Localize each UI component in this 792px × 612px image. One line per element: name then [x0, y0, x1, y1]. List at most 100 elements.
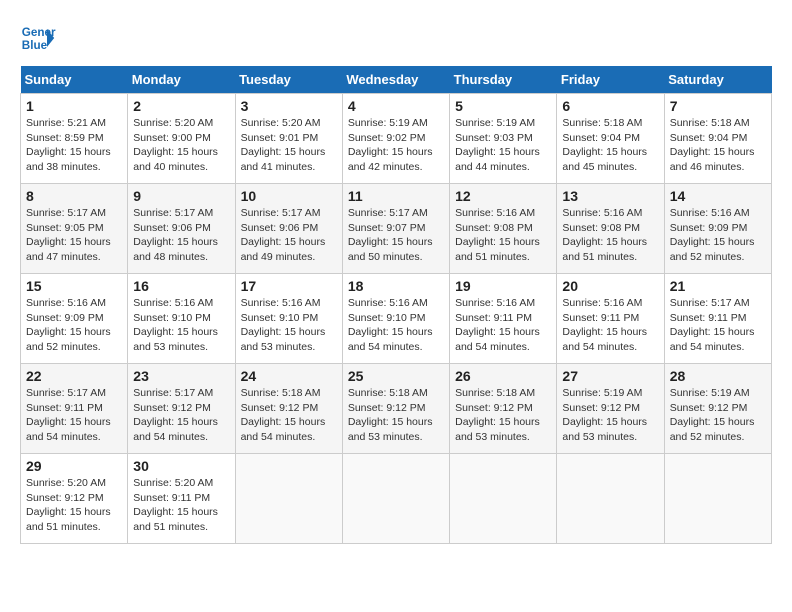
calendar-week-1: 1 Sunrise: 5:21 AMSunset: 8:59 PMDayligh… — [21, 94, 772, 184]
day-number: 4 — [348, 98, 444, 114]
day-info: Sunrise: 5:19 AMSunset: 9:12 PMDaylight:… — [670, 387, 755, 443]
calendar-cell: 23 Sunrise: 5:17 AMSunset: 9:12 PMDaylig… — [128, 364, 235, 454]
calendar-cell: 7 Sunrise: 5:18 AMSunset: 9:04 PMDayligh… — [664, 94, 771, 184]
day-number: 7 — [670, 98, 766, 114]
day-info: Sunrise: 5:17 AMSunset: 9:12 PMDaylight:… — [133, 387, 218, 443]
day-info: Sunrise: 5:16 AMSunset: 9:08 PMDaylight:… — [562, 207, 647, 263]
calendar-cell: 3 Sunrise: 5:20 AMSunset: 9:01 PMDayligh… — [235, 94, 342, 184]
calendar-cell: 6 Sunrise: 5:18 AMSunset: 9:04 PMDayligh… — [557, 94, 664, 184]
day-number: 17 — [241, 278, 337, 294]
header-cell-saturday: Saturday — [664, 66, 771, 94]
calendar-cell — [342, 454, 449, 544]
day-info: Sunrise: 5:20 AMSunset: 9:00 PMDaylight:… — [133, 117, 218, 173]
header: General Blue — [20, 20, 772, 56]
day-info: Sunrise: 5:16 AMSunset: 9:11 PMDaylight:… — [562, 297, 647, 353]
calendar-cell: 21 Sunrise: 5:17 AMSunset: 9:11 PMDaylig… — [664, 274, 771, 364]
calendar-cell: 17 Sunrise: 5:16 AMSunset: 9:10 PMDaylig… — [235, 274, 342, 364]
day-info: Sunrise: 5:19 AMSunset: 9:12 PMDaylight:… — [562, 387, 647, 443]
calendar-cell: 26 Sunrise: 5:18 AMSunset: 9:12 PMDaylig… — [450, 364, 557, 454]
day-number: 10 — [241, 188, 337, 204]
calendar-cell: 24 Sunrise: 5:18 AMSunset: 9:12 PMDaylig… — [235, 364, 342, 454]
day-number: 26 — [455, 368, 551, 384]
calendar-cell: 27 Sunrise: 5:19 AMSunset: 9:12 PMDaylig… — [557, 364, 664, 454]
calendar-cell: 15 Sunrise: 5:16 AMSunset: 9:09 PMDaylig… — [21, 274, 128, 364]
day-number: 14 — [670, 188, 766, 204]
day-info: Sunrise: 5:20 AMSunset: 9:01 PMDaylight:… — [241, 117, 326, 173]
calendar-table: SundayMondayTuesdayWednesdayThursdayFrid… — [20, 66, 772, 544]
day-number: 2 — [133, 98, 229, 114]
day-info: Sunrise: 5:18 AMSunset: 9:04 PMDaylight:… — [562, 117, 647, 173]
header-cell-tuesday: Tuesday — [235, 66, 342, 94]
header-cell-friday: Friday — [557, 66, 664, 94]
calendar-cell: 20 Sunrise: 5:16 AMSunset: 9:11 PMDaylig… — [557, 274, 664, 364]
header-cell-wednesday: Wednesday — [342, 66, 449, 94]
day-number: 29 — [26, 458, 122, 474]
calendar-cell: 8 Sunrise: 5:17 AMSunset: 9:05 PMDayligh… — [21, 184, 128, 274]
calendar-cell: 1 Sunrise: 5:21 AMSunset: 8:59 PMDayligh… — [21, 94, 128, 184]
day-info: Sunrise: 5:17 AMSunset: 9:05 PMDaylight:… — [26, 207, 111, 263]
calendar-week-3: 15 Sunrise: 5:16 AMSunset: 9:09 PMDaylig… — [21, 274, 772, 364]
day-info: Sunrise: 5:16 AMSunset: 9:11 PMDaylight:… — [455, 297, 540, 353]
day-number: 15 — [26, 278, 122, 294]
day-number: 3 — [241, 98, 337, 114]
day-info: Sunrise: 5:20 AMSunset: 9:12 PMDaylight:… — [26, 477, 111, 533]
calendar-cell: 9 Sunrise: 5:17 AMSunset: 9:06 PMDayligh… — [128, 184, 235, 274]
day-number: 19 — [455, 278, 551, 294]
calendar-cell: 16 Sunrise: 5:16 AMSunset: 9:10 PMDaylig… — [128, 274, 235, 364]
logo-icon: General Blue — [20, 20, 56, 56]
day-number: 8 — [26, 188, 122, 204]
calendar-cell: 12 Sunrise: 5:16 AMSunset: 9:08 PMDaylig… — [450, 184, 557, 274]
day-info: Sunrise: 5:16 AMSunset: 9:09 PMDaylight:… — [670, 207, 755, 263]
day-number: 1 — [26, 98, 122, 114]
calendar-cell: 14 Sunrise: 5:16 AMSunset: 9:09 PMDaylig… — [664, 184, 771, 274]
day-number: 11 — [348, 188, 444, 204]
calendar-cell — [557, 454, 664, 544]
calendar-week-5: 29 Sunrise: 5:20 AMSunset: 9:12 PMDaylig… — [21, 454, 772, 544]
day-info: Sunrise: 5:16 AMSunset: 9:10 PMDaylight:… — [241, 297, 326, 353]
day-info: Sunrise: 5:16 AMSunset: 9:10 PMDaylight:… — [133, 297, 218, 353]
day-number: 24 — [241, 368, 337, 384]
day-info: Sunrise: 5:16 AMSunset: 9:10 PMDaylight:… — [348, 297, 433, 353]
day-number: 22 — [26, 368, 122, 384]
calendar-cell: 25 Sunrise: 5:18 AMSunset: 9:12 PMDaylig… — [342, 364, 449, 454]
day-info: Sunrise: 5:18 AMSunset: 9:12 PMDaylight:… — [455, 387, 540, 443]
day-info: Sunrise: 5:17 AMSunset: 9:11 PMDaylight:… — [670, 297, 755, 353]
day-info: Sunrise: 5:21 AMSunset: 8:59 PMDaylight:… — [26, 117, 111, 173]
day-info: Sunrise: 5:16 AMSunset: 9:09 PMDaylight:… — [26, 297, 111, 353]
calendar-cell: 5 Sunrise: 5:19 AMSunset: 9:03 PMDayligh… — [450, 94, 557, 184]
day-number: 18 — [348, 278, 444, 294]
day-number: 27 — [562, 368, 658, 384]
day-info: Sunrise: 5:16 AMSunset: 9:08 PMDaylight:… — [455, 207, 540, 263]
calendar-cell — [450, 454, 557, 544]
calendar-cell — [664, 454, 771, 544]
day-number: 13 — [562, 188, 658, 204]
calendar-week-4: 22 Sunrise: 5:17 AMSunset: 9:11 PMDaylig… — [21, 364, 772, 454]
header-cell-thursday: Thursday — [450, 66, 557, 94]
calendar-cell: 22 Sunrise: 5:17 AMSunset: 9:11 PMDaylig… — [21, 364, 128, 454]
day-info: Sunrise: 5:19 AMSunset: 9:02 PMDaylight:… — [348, 117, 433, 173]
logo: General Blue — [20, 20, 56, 56]
day-number: 20 — [562, 278, 658, 294]
day-number: 23 — [133, 368, 229, 384]
day-info: Sunrise: 5:20 AMSunset: 9:11 PMDaylight:… — [133, 477, 218, 533]
day-info: Sunrise: 5:19 AMSunset: 9:03 PMDaylight:… — [455, 117, 540, 173]
day-number: 9 — [133, 188, 229, 204]
calendar-cell: 4 Sunrise: 5:19 AMSunset: 9:02 PMDayligh… — [342, 94, 449, 184]
header-cell-monday: Monday — [128, 66, 235, 94]
calendar-cell: 11 Sunrise: 5:17 AMSunset: 9:07 PMDaylig… — [342, 184, 449, 274]
day-number: 25 — [348, 368, 444, 384]
day-number: 28 — [670, 368, 766, 384]
calendar-cell: 29 Sunrise: 5:20 AMSunset: 9:12 PMDaylig… — [21, 454, 128, 544]
day-number: 5 — [455, 98, 551, 114]
calendar-cell — [235, 454, 342, 544]
day-number: 16 — [133, 278, 229, 294]
day-info: Sunrise: 5:17 AMSunset: 9:06 PMDaylight:… — [241, 207, 326, 263]
calendar-cell: 19 Sunrise: 5:16 AMSunset: 9:11 PMDaylig… — [450, 274, 557, 364]
calendar-header-row: SundayMondayTuesdayWednesdayThursdayFrid… — [21, 66, 772, 94]
header-cell-sunday: Sunday — [21, 66, 128, 94]
calendar-week-2: 8 Sunrise: 5:17 AMSunset: 9:05 PMDayligh… — [21, 184, 772, 274]
day-number: 30 — [133, 458, 229, 474]
calendar-cell: 13 Sunrise: 5:16 AMSunset: 9:08 PMDaylig… — [557, 184, 664, 274]
day-info: Sunrise: 5:17 AMSunset: 9:11 PMDaylight:… — [26, 387, 111, 443]
day-info: Sunrise: 5:17 AMSunset: 9:06 PMDaylight:… — [133, 207, 218, 263]
